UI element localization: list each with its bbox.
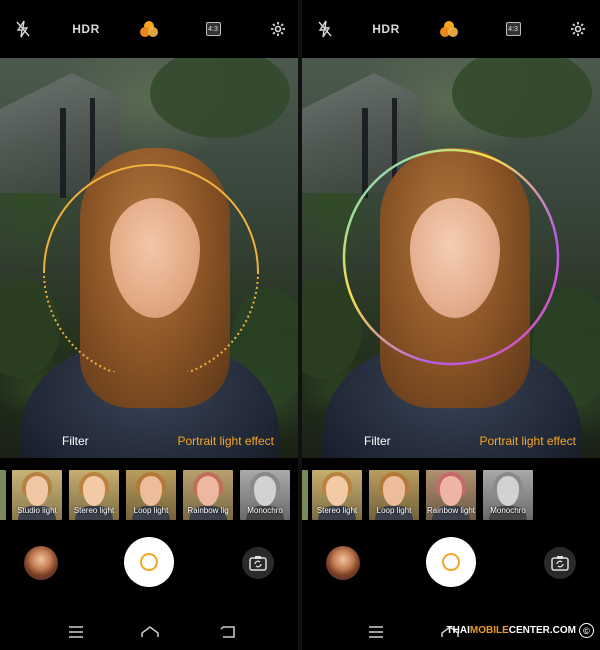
portrait-light-effect-tab[interactable]: Portrait light effect — [178, 434, 275, 448]
effect-thumbnail-strip[interactable]: Stereo light Loop light Rainbow light Mo… — [302, 468, 600, 524]
camera-viewfinder[interactable]: Filter Portrait light effect — [302, 58, 600, 458]
effect-thumbnail-rainbow-light[interactable]: Rainbow lig — [183, 470, 233, 520]
site-watermark: THAI MOBILE CENTER.COM © — [447, 623, 594, 638]
thumbnail-bg — [302, 470, 308, 520]
camera-controls — [0, 536, 298, 606]
thumbnail-label: Rainbow light — [426, 506, 476, 515]
shutter-ring-icon — [442, 553, 460, 571]
switch-camera-icon[interactable] — [242, 547, 274, 579]
thumbnail-label: Studio light — [17, 506, 57, 515]
thumbnail-label: Loop light — [376, 506, 412, 515]
watermark-middle: MOBILE — [469, 625, 509, 636]
thumbnail-label: Stereo light — [316, 506, 358, 515]
hdr-button[interactable]: HDR — [372, 18, 399, 40]
home-icon[interactable] — [140, 622, 160, 642]
menu-icon[interactable] — [66, 622, 86, 642]
menu-icon[interactable] — [366, 622, 386, 642]
filter-tab[interactable]: Filter — [62, 434, 89, 448]
hdr-button[interactable]: HDR — [72, 18, 99, 40]
flash-off-icon[interactable] — [14, 18, 32, 40]
mode-labels: Filter Portrait light effect — [302, 434, 600, 452]
shutter-ring-icon — [140, 553, 158, 571]
filter-tab[interactable]: Filter — [364, 434, 391, 448]
back-icon[interactable] — [218, 622, 238, 642]
effect-thumbnail-strip[interactable]: Studio light Stereo light Loop light Rai… — [0, 468, 298, 524]
effect-thumbnail-monochrome[interactable]: Monochro — [483, 470, 533, 520]
effect-thumbnail-monochrome[interactable]: Monochro — [240, 470, 290, 520]
aspect-ratio-button[interactable]: 4:3 — [204, 18, 222, 40]
navigation-bar — [0, 618, 298, 646]
navigation-bar: THAI MOBILE CENTER.COM © — [302, 618, 600, 646]
thumbnail-label: Rainbow lig — [187, 506, 229, 515]
camera-panel-right: HDR 4:3 Filter Portrait light effect Ste… — [302, 0, 600, 650]
thumbnail-bg — [0, 470, 6, 520]
effect-thumbnail-stereo-light[interactable]: Stereo light — [69, 470, 119, 520]
camera-panel-left: HDR 4:3 Filter Portrait light effect Stu… — [0, 0, 298, 650]
thumbnail-label: Monochro — [490, 506, 526, 515]
effect-thumbnail-loop-light[interactable]: Loop light — [369, 470, 419, 520]
aspect-ratio-label: 4:3 — [505, 22, 521, 36]
effect-thumbnail[interactable] — [302, 470, 308, 520]
gallery-thumbnail[interactable] — [24, 546, 58, 580]
flash-off-icon[interactable] — [316, 18, 334, 40]
portrait-light-ring[interactable] — [336, 142, 566, 372]
watermark-prefix: THAI — [446, 625, 470, 636]
thumbnail-label: Stereo light — [73, 506, 115, 515]
effect-thumbnail-rainbow-light[interactable]: Rainbow light — [426, 470, 476, 520]
camera-controls — [302, 536, 600, 606]
copyright-icon: © — [579, 623, 594, 638]
filters-icon[interactable] — [438, 18, 460, 40]
thumbnail-label: Loop light — [133, 506, 169, 515]
aspect-ratio-label: 4:3 — [205, 22, 221, 36]
filters-icon[interactable] — [138, 18, 160, 40]
thumbnail-label: Monochro — [247, 506, 283, 515]
shutter-button[interactable] — [426, 537, 476, 587]
top-bar: HDR 4:3 — [0, 0, 298, 58]
top-bar: HDR 4:3 — [302, 0, 600, 58]
effect-thumbnail-studio-light[interactable]: Studio light — [12, 470, 62, 520]
settings-icon[interactable] — [268, 18, 288, 40]
watermark-suffix: CENTER.COM — [508, 625, 576, 636]
effect-thumbnail-loop-light[interactable]: Loop light — [126, 470, 176, 520]
effect-thumbnail-stereo-light[interactable]: Stereo light — [312, 470, 362, 520]
shutter-button[interactable] — [124, 537, 174, 587]
mode-labels: Filter Portrait light effect — [0, 434, 298, 452]
gallery-thumbnail[interactable] — [326, 546, 360, 580]
portrait-light-effect-tab[interactable]: Portrait light effect — [480, 434, 577, 448]
effect-thumbnail[interactable] — [0, 470, 6, 520]
settings-icon[interactable] — [568, 18, 588, 40]
portrait-light-ring[interactable] — [36, 142, 266, 372]
aspect-ratio-button[interactable]: 4:3 — [504, 18, 522, 40]
camera-viewfinder[interactable]: Filter Portrait light effect — [0, 58, 298, 458]
switch-camera-icon[interactable] — [544, 547, 576, 579]
